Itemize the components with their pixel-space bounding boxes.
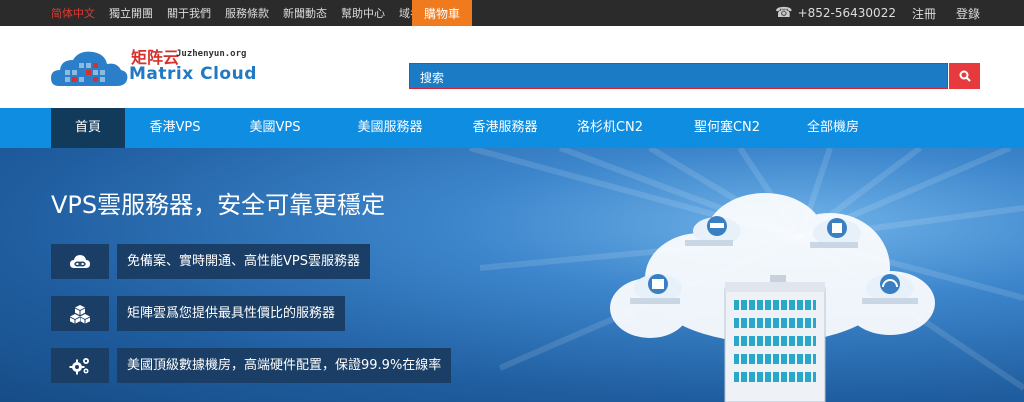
search-input[interactable]: 搜索 (409, 63, 948, 89)
search-placeholder: 搜索 (420, 71, 445, 85)
top-links: 简体中文 獨立開團 關于我們 服務條款 新聞動态 幫助中心 域名注冊 (51, 0, 457, 26)
search-icon (959, 70, 971, 82)
top-bar: 简体中文 獨立開團 關于我們 服務條款 新聞動态 幫助中心 域名注冊 購物車 ☎… (0, 0, 1024, 26)
hero-banner: VPS雲服務器，安全可靠更穩定 免備案、實時開通、高性能VPS雲服務器 矩陣雲爲… (0, 148, 1024, 402)
nav-item-hk-server[interactable]: 香港服務器 (450, 108, 560, 148)
cloud-disk-icon (630, 274, 682, 304)
server-cloud-illustration (610, 193, 935, 402)
search-button[interactable] (949, 63, 980, 89)
nav-item-home[interactable]: 首頁 (51, 108, 125, 148)
nav-item-sj-cn2[interactable]: 聖何塞CN2 (677, 108, 777, 148)
top-link-terms[interactable]: 服務條款 (225, 5, 269, 21)
logo[interactable]: 矩阵云 Juzhenyun.org Matrix Cloud (51, 44, 261, 90)
phone-icon: ☎ (775, 5, 793, 21)
top-right: ☎ +852-56430022 注冊 登錄 (775, 0, 980, 26)
nav-item-hk-vps[interactable]: 香港VPS (130, 108, 220, 148)
top-link-team[interactable]: 獨立開團 (109, 5, 153, 21)
logo-domain: Juzhenyun.org (176, 49, 247, 59)
language-link[interactable]: 简体中文 (51, 5, 95, 21)
cloud-link-icon (51, 244, 109, 279)
cubes-icon (51, 296, 109, 331)
nav-item-la-cn2[interactable]: 洛杉机CN2 (565, 108, 655, 148)
cloud-storage-icon (685, 216, 741, 246)
nav-item-all-dc[interactable]: 全部機房 (793, 108, 873, 148)
feature-text: 免備案、實時開通、高性能VPS雲服務器 (117, 244, 370, 279)
main-nav: 首頁 香港VPS 美國VPS 美國服務器 香港服務器 洛杉机CN2 聖何塞CN2… (0, 108, 1024, 148)
top-link-about[interactable]: 關于我們 (167, 5, 211, 21)
gears-icon (51, 348, 109, 383)
top-link-news[interactable]: 新聞動态 (283, 5, 327, 21)
nav-item-us-vps[interactable]: 美國VPS (230, 108, 320, 148)
feature-text: 矩陣雲爲您提供最具性價比的服務器 (117, 296, 346, 331)
banner-title: VPS雲服務器，安全可靠更穩定 (51, 191, 386, 219)
top-link-help[interactable]: 幫助中心 (341, 5, 385, 21)
feature-text: 美國頂級數據機房，高端硬件配置，保證99.9%在線率 (117, 348, 452, 383)
cart-button[interactable]: 購物車 (412, 0, 472, 26)
server-rack-icon (724, 275, 826, 402)
logo-english-name: Matrix Cloud (129, 64, 257, 84)
login-link[interactable]: 登錄 (956, 5, 980, 22)
cloud-logo-icon (51, 51, 128, 86)
phone-number: +852-56430022 (797, 6, 896, 20)
nav-item-us-server[interactable]: 美國服務器 (335, 108, 445, 148)
header: 矩阵云 Juzhenyun.org Matrix Cloud 搜索 (0, 26, 1024, 108)
register-link[interactable]: 注冊 (912, 5, 936, 22)
